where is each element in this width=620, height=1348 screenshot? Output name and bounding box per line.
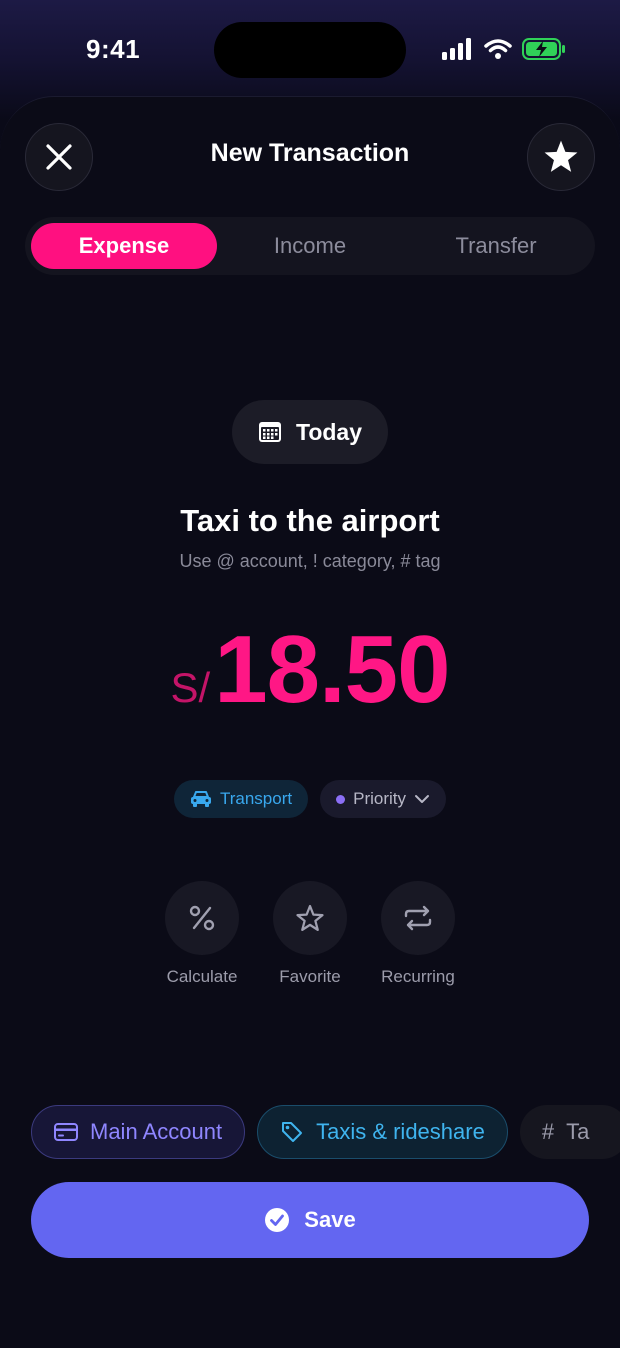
credit-card-icon bbox=[54, 1123, 78, 1141]
star-outline-icon bbox=[296, 904, 324, 931]
chevron-down-icon bbox=[415, 795, 430, 803]
favorite-toggle-button[interactable] bbox=[527, 123, 595, 191]
transport-chip-label: Transport bbox=[219, 789, 293, 808]
tab-income[interactable]: Income bbox=[217, 223, 403, 269]
priority-dot-icon bbox=[336, 794, 346, 804]
battery-icon bbox=[522, 38, 565, 60]
account-chip[interactable]: Main Account bbox=[31, 1105, 246, 1159]
amount-display[interactable]: S/ 18.50 bbox=[0, 615, 620, 725]
tag-chip[interactable]: # Ta bbox=[519, 1105, 620, 1159]
hashtag-icon: # bbox=[541, 1119, 555, 1144]
metadata-chips-row: Main Account Taxis & rideshare # Ta bbox=[31, 1105, 620, 1159]
tab-expense[interactable]: Expense bbox=[31, 223, 217, 269]
recurring-label: Recurring bbox=[381, 967, 455, 986]
calculate-label: Calculate bbox=[166, 967, 238, 986]
tag-icon bbox=[282, 1122, 303, 1142]
tag-chip-label: Ta bbox=[566, 1119, 590, 1144]
signal-icon bbox=[442, 38, 471, 60]
save-button[interactable]: Save bbox=[31, 1182, 589, 1258]
category-chip-label: Taxis & rideshare bbox=[316, 1119, 485, 1144]
priority-label: Priority bbox=[353, 789, 407, 808]
status-bar: 9:41 bbox=[0, 0, 620, 96]
car-icon bbox=[190, 791, 211, 807]
favorite-button[interactable] bbox=[273, 881, 347, 955]
suggestion-chips: Transport Priority bbox=[0, 780, 620, 818]
transport-chip[interactable]: Transport bbox=[173, 780, 309, 818]
repeat-icon bbox=[404, 905, 432, 931]
calculate-action[interactable]: Calculate bbox=[164, 881, 240, 987]
calendar-icon bbox=[258, 422, 281, 442]
transaction-type-segmented-control: Expense Income Transfer bbox=[25, 217, 595, 275]
date-picker-button[interactable]: Today bbox=[232, 400, 388, 464]
dynamic-island bbox=[214, 22, 406, 78]
date-label: Today bbox=[295, 418, 363, 445]
status-time: 9:41 bbox=[86, 34, 141, 64]
tab-transfer[interactable]: Transfer bbox=[403, 223, 589, 269]
amount-value: 18.50 bbox=[214, 616, 450, 723]
percent-icon bbox=[189, 905, 215, 931]
transaction-title-input[interactable]: Taxi to the airport bbox=[0, 503, 620, 539]
status-icons bbox=[442, 38, 566, 60]
app-screen: 9:41 New Transaction Expense Income Tran… bbox=[0, 0, 620, 1348]
wifi-icon bbox=[484, 39, 512, 59]
favorite-label: Favorite bbox=[279, 967, 341, 986]
account-chip-label: Main Account bbox=[90, 1119, 223, 1144]
category-chip[interactable]: Taxis & rideshare bbox=[257, 1105, 508, 1159]
title-hint: Use @ account, ! category, # tag bbox=[179, 551, 441, 571]
checkmark-circle-icon bbox=[265, 1208, 290, 1232]
priority-dropdown[interactable]: Priority bbox=[320, 780, 447, 818]
currency-symbol: S/ bbox=[170, 664, 211, 711]
favorite-action[interactable]: Favorite bbox=[272, 881, 348, 987]
calculate-button[interactable] bbox=[165, 881, 239, 955]
star-icon bbox=[544, 140, 578, 172]
quick-actions: Calculate Favorite Recurring bbox=[0, 881, 620, 987]
transaction-sheet: New Transaction Expense Income Transfer … bbox=[0, 96, 620, 1348]
recurring-button[interactable] bbox=[381, 881, 455, 955]
save-button-label: Save bbox=[304, 1207, 356, 1232]
recurring-action[interactable]: Recurring bbox=[380, 881, 456, 987]
